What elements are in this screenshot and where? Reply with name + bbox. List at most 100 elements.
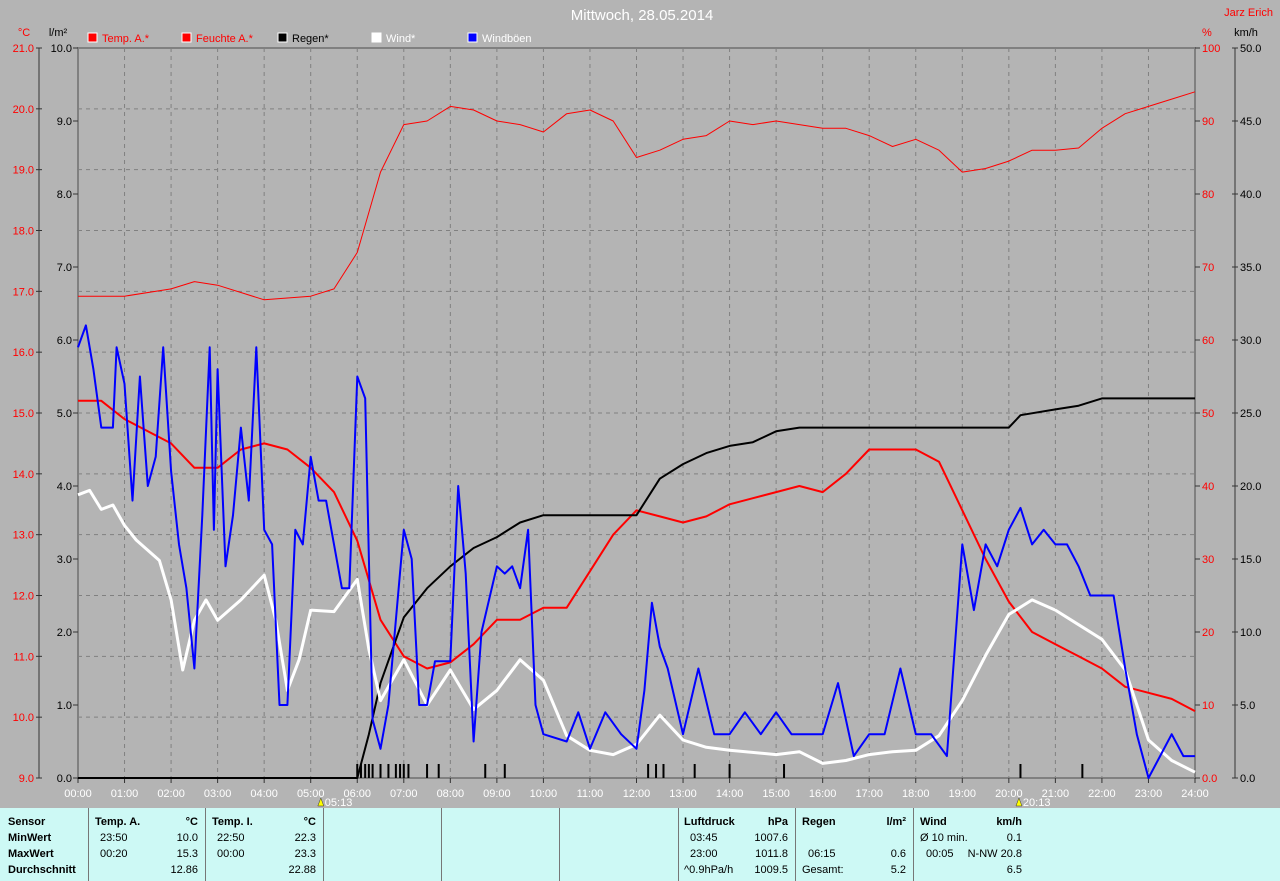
x-tick-label: 15:00 bbox=[762, 788, 790, 800]
wind-unit: km/h bbox=[996, 816, 1022, 828]
pressure-max: 1011.8 bbox=[755, 848, 788, 860]
wind-tick-label: 5.0 bbox=[1240, 700, 1255, 712]
temp-a-avg: 12.86 bbox=[170, 864, 198, 876]
humidity-tick-label: 50 bbox=[1202, 408, 1214, 420]
rain-event-mark bbox=[1019, 764, 1022, 778]
temp-tick-label: 15.0 bbox=[13, 408, 34, 420]
legend-label: Feuchte A.* bbox=[196, 33, 254, 45]
rain-tick-label: 6.0 bbox=[57, 335, 72, 347]
temp-tick-label: 16.0 bbox=[13, 347, 34, 359]
wind-header: Wind bbox=[920, 816, 947, 828]
author-label: Jarz Erich bbox=[1224, 7, 1273, 19]
rain-tick-label: 0.0 bbox=[57, 773, 72, 785]
legend-swatch bbox=[87, 32, 98, 43]
temp-tick-label: 20.0 bbox=[13, 104, 34, 116]
rain-tick-label: 5.0 bbox=[57, 408, 72, 420]
wind-max-time: 00:05 bbox=[926, 848, 954, 860]
rain-event-mark bbox=[655, 764, 658, 778]
max-label: MaxWert bbox=[8, 848, 54, 860]
x-tick-label: 07:00 bbox=[390, 788, 418, 800]
rain-event-mark bbox=[484, 764, 487, 778]
rain-total: 5.2 bbox=[890, 864, 906, 876]
rain-event-mark bbox=[371, 764, 374, 778]
temp-tick-label: 12.0 bbox=[13, 591, 34, 603]
legend-label: Regen* bbox=[292, 33, 329, 45]
humidity-tick-label: 30 bbox=[1202, 554, 1214, 566]
temp-tick-label: 13.0 bbox=[13, 530, 34, 542]
rain-tick-label: 7.0 bbox=[57, 262, 72, 274]
wind-tick-label: 20.0 bbox=[1240, 481, 1261, 493]
rain-event-mark bbox=[387, 764, 390, 778]
x-tick-label: 23:00 bbox=[1135, 788, 1163, 800]
humidity-tick-label: 80 bbox=[1202, 189, 1214, 201]
avg-label: Durchschnitt bbox=[8, 864, 76, 876]
rain-total-label: Gesamt: bbox=[802, 864, 844, 876]
legend-label: Windböen bbox=[482, 33, 532, 45]
wind-tick-label: 25.0 bbox=[1240, 408, 1261, 420]
wind-avg: 6.5 bbox=[1006, 864, 1022, 876]
rain-event-mark bbox=[693, 764, 696, 778]
x-tick-label: 22:00 bbox=[1088, 788, 1116, 800]
humidity-tick-label: 0.0 bbox=[1202, 773, 1217, 785]
rain-tick-label: 1.0 bbox=[57, 700, 72, 712]
temp-a-unit: °C bbox=[185, 816, 198, 828]
pressure-header: Luftdruck bbox=[684, 816, 735, 828]
rain-event-mark bbox=[728, 764, 731, 778]
temp-tick-label: 21.0 bbox=[13, 43, 34, 55]
temp-tick-label: 14.0 bbox=[13, 469, 34, 481]
humidity-tick-label: 60 bbox=[1202, 335, 1214, 347]
rain-event-mark bbox=[407, 764, 410, 778]
rain-event-mark bbox=[437, 764, 440, 778]
humidity-tick-label: 70 bbox=[1202, 262, 1214, 274]
x-tick-label: 10:00 bbox=[530, 788, 558, 800]
rain-event-mark bbox=[402, 764, 405, 778]
x-tick-label: 04:00 bbox=[250, 788, 278, 800]
x-tick-label: 14:00 bbox=[716, 788, 744, 800]
x-tick-label: 19:00 bbox=[949, 788, 977, 800]
temp-tick-label: 17.0 bbox=[13, 286, 34, 298]
temp-i-min-time: 22:50 bbox=[217, 832, 245, 844]
rain-tick-label: 3.0 bbox=[57, 554, 72, 566]
x-tick-label: 08:00 bbox=[437, 788, 465, 800]
rain-event-mark bbox=[379, 764, 382, 778]
x-tick-label: 05:00 bbox=[297, 788, 325, 800]
temp-tick-label: 18.0 bbox=[13, 226, 34, 238]
x-tick-label: 17:00 bbox=[855, 788, 883, 800]
legend-swatch bbox=[467, 32, 478, 43]
rain-header: Regen bbox=[802, 816, 836, 828]
rain-event-mark bbox=[647, 764, 650, 778]
x-tick-label: 20:00 bbox=[995, 788, 1023, 800]
rain-tick-label: 2.0 bbox=[57, 627, 72, 639]
rain-max: 0.6 bbox=[890, 848, 906, 860]
weather-chart: Mittwoch, 28.05.2014 Jarz Erich 9.0 10.0 11.… bbox=[13, 7, 1273, 808]
rain-max-time: 06:15 bbox=[808, 848, 836, 860]
x-tick-label: 16:00 bbox=[809, 788, 837, 800]
wind-tick-label: 40.0 bbox=[1240, 189, 1261, 201]
rain-event-mark bbox=[503, 764, 506, 778]
wind-tick-label: 10.0 bbox=[1240, 627, 1261, 639]
sunrise-label: 05:13 bbox=[325, 797, 353, 808]
wind-max: N-NW 20.8 bbox=[967, 848, 1022, 860]
sunset-label: 20:13 bbox=[1023, 797, 1051, 808]
rain-tick-label: 10.0 bbox=[51, 43, 72, 55]
pressure-min: 1007.6 bbox=[754, 832, 788, 844]
x-tick-label: 24:00 bbox=[1181, 788, 1209, 800]
temp-tick-label: 10.0 bbox=[13, 712, 34, 724]
temp-i-avg: 22.88 bbox=[288, 864, 316, 876]
legend-swatch bbox=[181, 32, 192, 43]
rain-unit: l/m² bbox=[886, 816, 906, 828]
temp-a-min-time: 23:50 bbox=[100, 832, 128, 844]
wind-avg10-label: Ø 10 min. bbox=[920, 832, 968, 844]
humidity-tick-label: 90 bbox=[1202, 116, 1214, 128]
wind-avg10: 0.1 bbox=[1006, 832, 1022, 844]
x-tick-label: 00:00 bbox=[64, 788, 92, 800]
temp-a-min: 10.0 bbox=[176, 832, 198, 844]
temp-a-header: Temp. A. bbox=[95, 816, 141, 828]
chart-title: Mittwoch, 28.05.2014 bbox=[571, 7, 714, 24]
rain-event-mark bbox=[662, 764, 665, 778]
wind-tick-label: 30.0 bbox=[1240, 335, 1261, 347]
temp-axis-unit: °C bbox=[18, 27, 30, 39]
sensor-header: Sensor bbox=[8, 816, 46, 828]
x-tick-label: 02:00 bbox=[157, 788, 185, 800]
wind-tick-label: 45.0 bbox=[1240, 116, 1261, 128]
